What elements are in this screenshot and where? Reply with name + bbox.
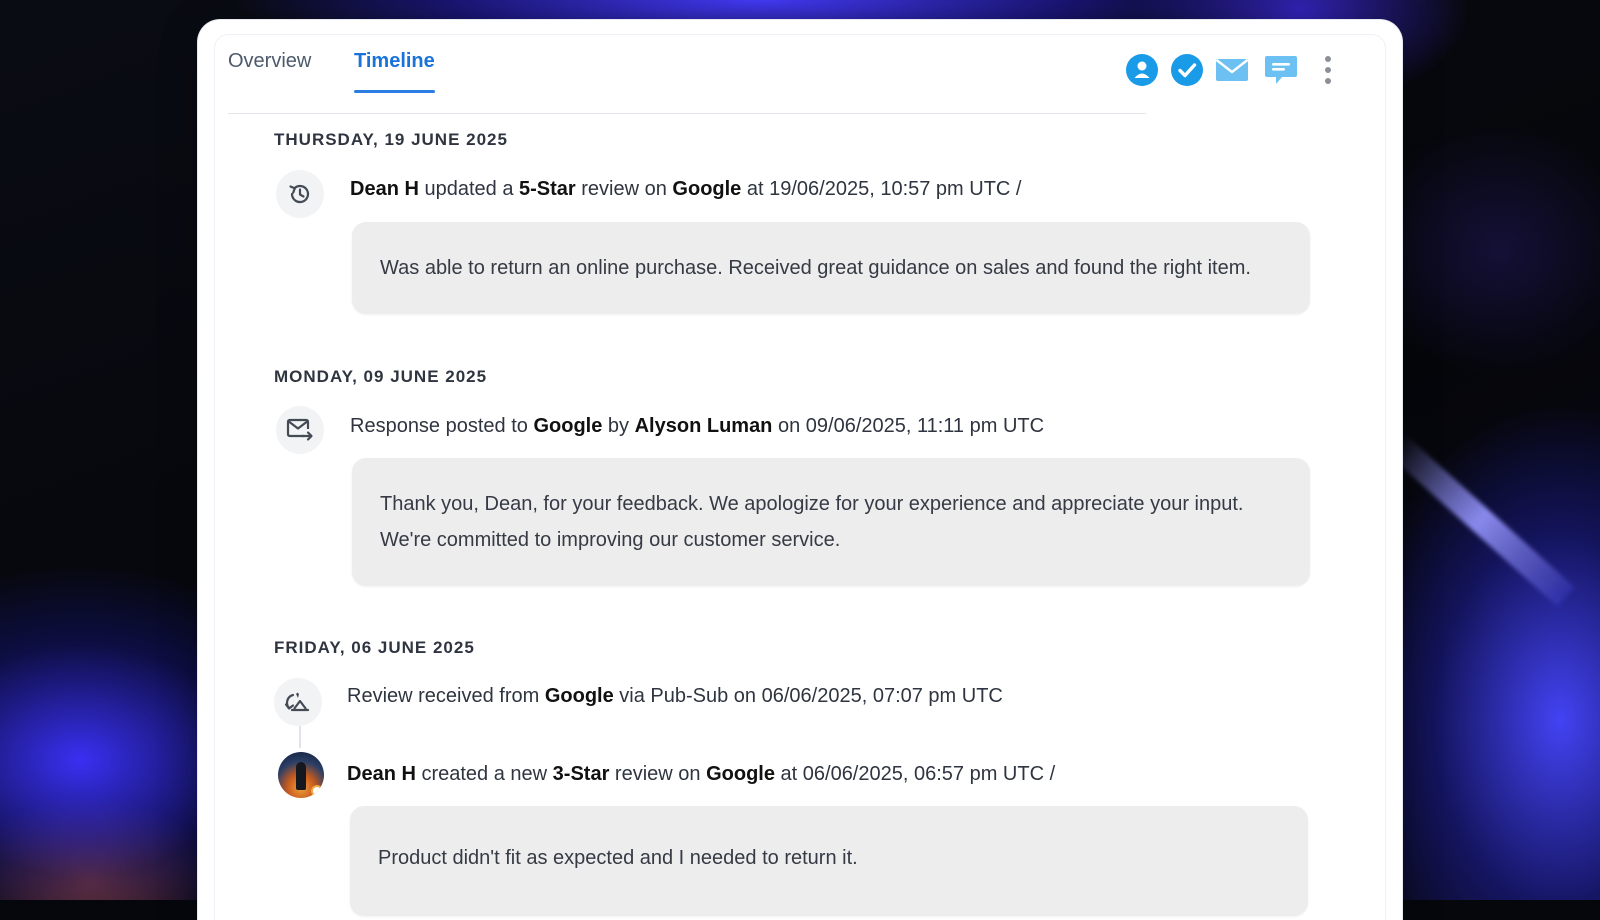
- rating-label: 3-Star: [552, 763, 610, 785]
- source-name: Google: [706, 763, 775, 785]
- timeline-connector: [299, 726, 301, 748]
- review-text: Was able to return an online purchase. R…: [380, 257, 1251, 279]
- response-text-line: We're committed to improving our custome…: [380, 529, 841, 551]
- source-name: Google: [533, 415, 603, 437]
- mail-forward-icon: [276, 406, 324, 454]
- author-name[interactable]: Dean H: [347, 763, 416, 785]
- user-icon[interactable]: [1124, 52, 1160, 88]
- timeline-date-heading: THURSDAY, 19 JUNE 2025: [274, 130, 508, 149]
- rating-label: 5-Star: [519, 178, 576, 200]
- chat-icon[interactable]: [1263, 52, 1299, 88]
- timeline-date-heading: MONDAY, 09 JUNE 2025: [274, 367, 488, 386]
- author-name[interactable]: Dean H: [350, 178, 419, 200]
- avatar-figure: [296, 762, 306, 790]
- tab-timeline[interactable]: Timeline: [354, 50, 435, 93]
- timeline-event-text: Dean H created a new 3-Star review on Go…: [347, 763, 1056, 785]
- response-text-line: Thank you, Dean, for your feedback. We a…: [380, 493, 1244, 515]
- tab-overview[interactable]: Overview: [228, 50, 311, 73]
- review-text-bubble: Was able to return an online purchase. R…: [352, 222, 1310, 314]
- source-name: Google: [672, 178, 742, 200]
- timeline-event-text: Dean H updated a 5-Star review on Google…: [350, 178, 1022, 200]
- avatar[interactable]: [278, 752, 324, 798]
- response-text-bubble: Thank you, Dean, for your feedback. We a…: [352, 458, 1310, 586]
- timeline-date-heading: FRIDAY, 06 JUNE 2025: [274, 638, 475, 657]
- history-icon: [276, 170, 324, 218]
- mail-icon[interactable]: [1214, 52, 1250, 88]
- more-vertical-icon[interactable]: [1310, 52, 1346, 88]
- review-text: Product didn't fit as expected and I nee…: [378, 847, 858, 869]
- timeline-event-text: Review received from Google via Pub-Sub …: [347, 685, 1003, 707]
- tab-bar: Overview Timeline: [228, 50, 1146, 114]
- review-detail-panel: Overview Timeline THURSDAY, 19 JUNE 2025…: [198, 20, 1402, 920]
- sync-icon: [274, 678, 322, 726]
- timeline-event-text: Response posted to Google by Alyson Luma…: [350, 415, 1045, 437]
- avatar-badge: [311, 785, 323, 797]
- source-name: Google: [544, 685, 614, 707]
- responder-name: Alyson Luman: [634, 415, 773, 437]
- check-icon[interactable]: [1169, 52, 1205, 88]
